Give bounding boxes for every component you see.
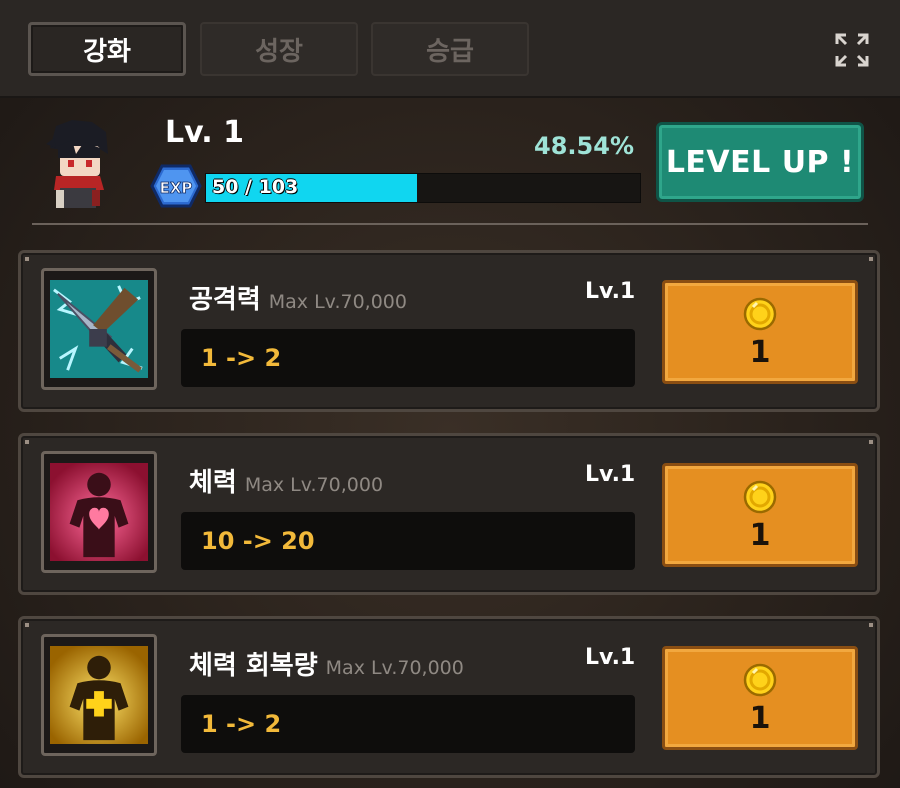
health-regen-icon (41, 634, 157, 756)
stat-name: 체력 Max Lv.70,000 (189, 468, 384, 498)
sword-icon (41, 268, 157, 390)
player-level: Lv. 1 (165, 115, 244, 150)
stat-value: 1 -> 2 (201, 710, 282, 738)
heart-body-icon (41, 451, 157, 573)
divider (32, 223, 868, 225)
card-corner (25, 623, 29, 627)
stat-value-box: 1 -> 2 (181, 329, 635, 387)
stat-level: Lv.1 (585, 279, 636, 304)
upgrade-button[interactable]: 1 (662, 646, 858, 750)
exp-badge-icon: EXP (150, 164, 202, 208)
stat-max-level: Max Lv.70,000 (244, 474, 384, 496)
stat-card-hp-regen: 체력 회복량 Max Lv.70,000 Lv.1 1 -> 2 1 (18, 616, 880, 778)
stat-value-box: 10 -> 20 (181, 512, 635, 570)
expand-icon[interactable] (834, 32, 870, 68)
tab-promotion[interactable]: 승급 (371, 22, 529, 76)
upgrade-cost: 1 (749, 518, 771, 553)
stat-card-hp: 체력 Max Lv.70,000 Lv.1 10 -> 20 1 (18, 433, 880, 595)
card-corner (869, 257, 873, 261)
upgrade-cost: 1 (749, 335, 771, 370)
stat-level: Lv.1 (585, 645, 636, 670)
coin-icon (743, 297, 777, 331)
stat-value: 10 -> 20 (201, 527, 315, 555)
upgrade-button[interactable]: 1 (662, 280, 858, 384)
exp-badge-label: EXP (160, 179, 193, 197)
exp-bar: 50 / 103 (205, 173, 641, 203)
stat-value: 1 -> 2 (201, 344, 282, 372)
character-avatar (42, 118, 114, 214)
card-corner (25, 440, 29, 444)
tab-growth[interactable]: 성장 (200, 22, 358, 76)
stat-name: 공격력 Max Lv.70,000 (189, 285, 407, 315)
card-corner (25, 257, 29, 261)
game-panel: 강화 성장 승급 Lv. 1 48.54% 50 / 103 EXP LEVEL… (0, 0, 900, 788)
tab-bar: 강화 성장 승급 (0, 0, 900, 98)
stat-max-level: Max Lv.70,000 (325, 657, 464, 679)
upgrade-cost: 1 (749, 701, 771, 736)
card-corner (869, 440, 873, 444)
stat-max-level: Max Lv.70,000 (268, 291, 407, 313)
stat-card-attack: 공격력 Max Lv.70,000 Lv.1 1 -> 2 1 (18, 250, 880, 412)
coin-icon (743, 480, 777, 514)
tab-enhance[interactable]: 강화 (28, 22, 186, 76)
stat-name: 체력 회복량 Max Lv.70,000 (189, 651, 464, 681)
card-corner (869, 623, 873, 627)
exp-value: 50 / 103 (212, 176, 299, 198)
stat-value-box: 1 -> 2 (181, 695, 635, 753)
upgrade-button[interactable]: 1 (662, 463, 858, 567)
level-up-button[interactable]: LEVEL UP ! (656, 122, 864, 202)
exp-percent: 48.54% (534, 132, 634, 160)
coin-icon (743, 663, 777, 697)
stat-level: Lv.1 (585, 462, 636, 487)
